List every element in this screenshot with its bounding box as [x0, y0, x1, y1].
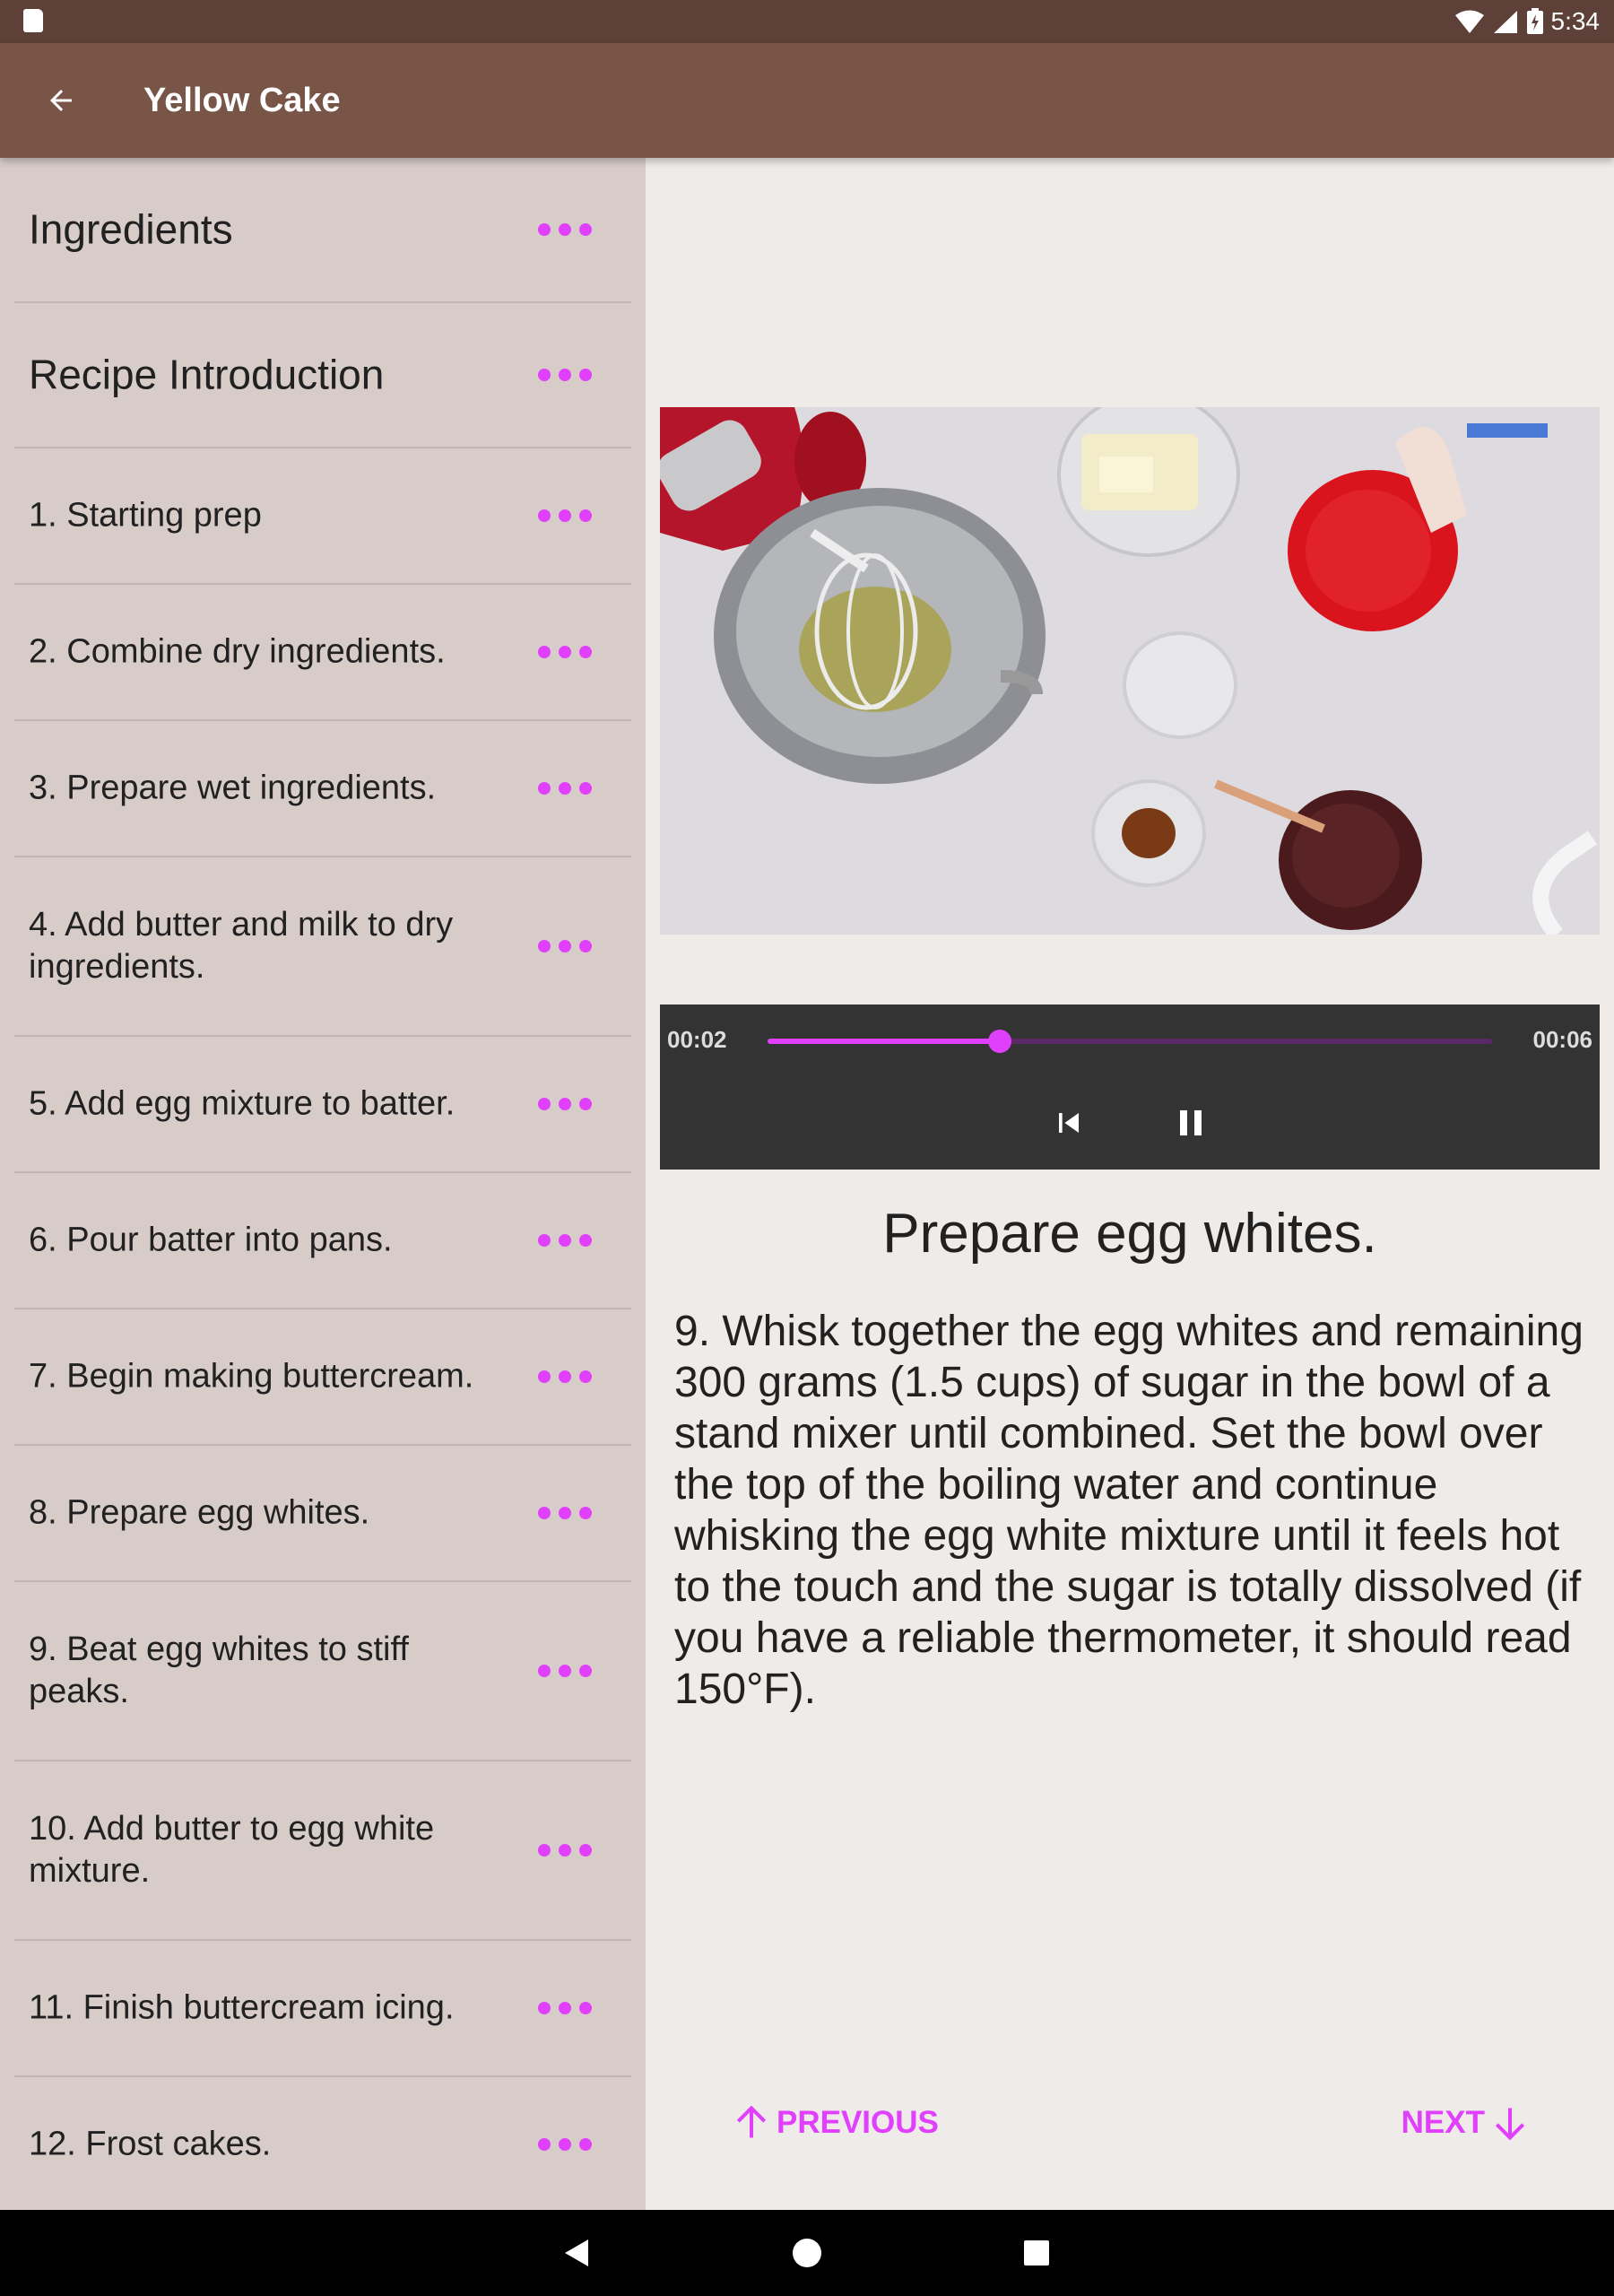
seek-bar[interactable] — [768, 1030, 1492, 1053]
seek-thumb[interactable] — [987, 1030, 1011, 1053]
step-label: Recipe Introduction — [29, 351, 385, 398]
more-icon[interactable] — [538, 1233, 592, 1248]
more-icon[interactable] — [538, 222, 592, 237]
step-item-12[interactable]: 12. Frost cakes. — [14, 2077, 631, 2210]
previous-button[interactable]: PREVIOUS — [732, 2094, 939, 2152]
step-item-11[interactable]: 11. Finish buttercream icing. — [14, 1941, 631, 2077]
back-button[interactable] — [32, 72, 90, 129]
pause-icon — [1180, 1110, 1202, 1135]
arrow-up-icon — [736, 2105, 767, 2138]
square-recents-icon — [1024, 2240, 1049, 2266]
step-label: 3. Prepare wet ingredients. — [29, 769, 437, 807]
seek-progress — [768, 1039, 1000, 1044]
duration: 00:06 — [1532, 1026, 1593, 1053]
step-label: 5. Add egg mixture to batter. — [29, 1084, 456, 1123]
step-label: 2. Combine dry ingredients. — [29, 632, 446, 671]
system-recents-button[interactable] — [1008, 2224, 1065, 2282]
step-label: 8. Prepare egg whites. — [29, 1493, 370, 1532]
step-label: 10. Add butter to egg white mixture. — [29, 1810, 435, 1890]
step-item-5[interactable]: 5. Add egg mixture to batter. — [14, 1037, 631, 1173]
video-frame — [660, 407, 1600, 935]
step-list: Ingredients Recipe Introduction 1. Start… — [0, 158, 646, 2210]
more-icon[interactable] — [538, 1664, 592, 1678]
step-label: Ingredients — [29, 205, 233, 253]
system-back-button[interactable] — [549, 2224, 606, 2282]
arrow-down-icon — [1495, 2108, 1525, 2141]
status-bar: 5:34 — [0, 0, 1614, 43]
step-item-1[interactable]: 1. Starting prep — [14, 448, 631, 585]
current-time: 00:02 — [667, 1026, 727, 1053]
app-bar: Yellow Cake — [0, 43, 1614, 158]
player-controls: 00:02 00:06 — [660, 1004, 1600, 1170]
more-icon[interactable] — [538, 509, 592, 523]
sd-card-icon — [23, 9, 43, 32]
step-item-2[interactable]: 2. Combine dry ingredients. — [14, 585, 631, 721]
step-item-7[interactable]: 7. Begin making buttercream. — [14, 1309, 631, 1446]
step-item-9[interactable]: 9. Beat egg whites to stiff peaks. — [14, 1582, 631, 1761]
circle-home-icon — [793, 2239, 821, 2267]
pause-button[interactable] — [1162, 1094, 1219, 1152]
previous-label: PREVIOUS — [777, 2105, 939, 2140]
step-item-6[interactable]: 6. Pour batter into pans. — [14, 1173, 631, 1309]
step-description: 9. Whisk together the egg whites and rem… — [674, 1308, 1584, 1713]
video-player[interactable] — [660, 407, 1600, 935]
battery-icon — [1526, 8, 1543, 34]
app-title: Yellow Cake — [143, 82, 341, 119]
system-nav-bar — [0, 2210, 1614, 2296]
step-label: 6. Pour batter into pans. — [29, 1221, 393, 1259]
more-icon[interactable] — [538, 1506, 592, 1520]
more-icon[interactable] — [538, 1370, 592, 1384]
signal-icon — [1493, 11, 1517, 33]
wifi-icon — [1454, 10, 1484, 33]
step-item-8[interactable]: 8. Prepare egg whites. — [14, 1446, 631, 1582]
step-label: 12. Frost cakes. — [29, 2125, 272, 2163]
more-icon[interactable] — [538, 1843, 592, 1857]
more-icon[interactable] — [538, 1097, 592, 1111]
next-label: NEXT — [1401, 2105, 1485, 2140]
step-label: 9. Beat egg whites to stiff peaks. — [29, 1631, 409, 1710]
step-item-4[interactable]: 4. Add butter and milk to dry ingredient… — [14, 857, 631, 1037]
more-icon[interactable] — [538, 2001, 592, 2015]
step-item-10[interactable]: 10. Add butter to egg white mixture. — [14, 1761, 631, 1941]
skip-previous-button[interactable] — [1040, 1094, 1098, 1152]
system-home-button[interactable] — [778, 2224, 836, 2282]
step-label: 11. Finish buttercream icing. — [29, 1988, 455, 2027]
more-icon[interactable] — [538, 368, 592, 382]
arrow-left-icon — [50, 90, 72, 111]
status-time: 5:34 — [1550, 7, 1601, 35]
next-button[interactable]: NEXT — [1401, 2094, 1530, 2152]
more-icon[interactable] — [538, 781, 592, 796]
step-label: 1. Starting prep — [29, 496, 262, 535]
step-item-ingredients[interactable]: Ingredients — [14, 158, 631, 303]
more-icon[interactable] — [538, 645, 592, 659]
step-title: Prepare egg whites. — [882, 1203, 1377, 1265]
more-icon[interactable] — [538, 2137, 592, 2152]
step-item-recipe-introduction[interactable]: Recipe Introduction — [14, 303, 631, 448]
step-label: 7. Begin making buttercream. — [29, 1357, 474, 1396]
more-icon[interactable] — [538, 939, 592, 953]
triangle-back-icon — [565, 2239, 588, 2266]
step-item-3[interactable]: 3. Prepare wet ingredients. — [14, 721, 631, 857]
step-label: 4. Add butter and milk to dry ingredient… — [29, 906, 454, 986]
skip-previous-icon — [1059, 1113, 1079, 1133]
